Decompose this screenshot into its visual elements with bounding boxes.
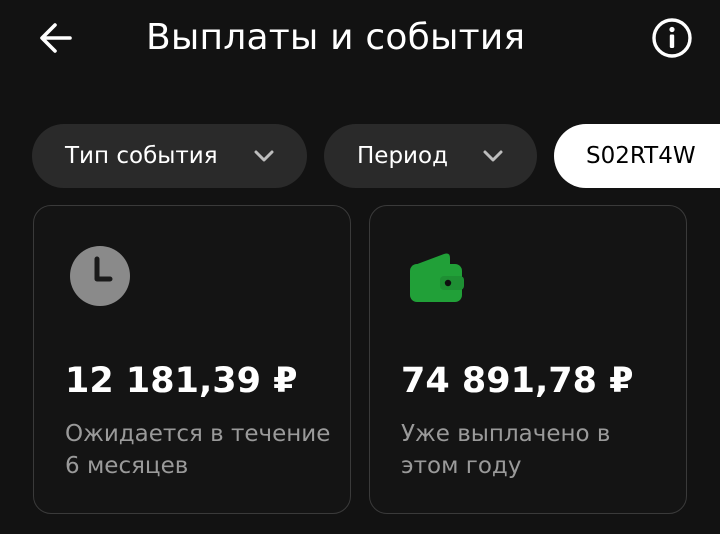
chevron-down-icon (254, 150, 274, 162)
pending-payments-card[interactable]: 12 181,39 ₽ Ожидается в течение 6 месяце… (33, 205, 351, 514)
account-filter-chip[interactable]: S02RT4W (554, 124, 720, 188)
info-button[interactable] (648, 14, 696, 62)
period-filter[interactable]: Период (324, 124, 537, 188)
top-app-bar: Выплаты и события (0, 0, 720, 80)
info-circle-icon (652, 18, 692, 58)
paid-amount: 74 891,78 ₽ (401, 361, 634, 401)
account-filter-label: S02RT4W (586, 143, 696, 169)
paid-payments-card[interactable]: 74 891,78 ₽ Уже выплачено в этом году (369, 205, 687, 514)
page-title: Выплаты и события (146, 17, 526, 58)
paid-caption: Уже выплачено в этом году (401, 421, 611, 479)
event-type-filter[interactable]: Тип события (32, 124, 307, 188)
period-filter-label: Период (357, 143, 448, 169)
back-button[interactable] (34, 16, 78, 60)
pending-caption: Ожидается в течение 6 месяцев (65, 421, 331, 479)
filter-chips: Тип события Период S02RT4W (0, 124, 720, 188)
chevron-down-icon (483, 150, 503, 162)
pending-amount: 12 181,39 ₽ (65, 361, 298, 401)
wallet-icon (410, 253, 464, 302)
event-type-filter-label: Тип события (65, 143, 218, 169)
arrow-left-icon (40, 23, 72, 53)
clock-icon (70, 246, 130, 306)
